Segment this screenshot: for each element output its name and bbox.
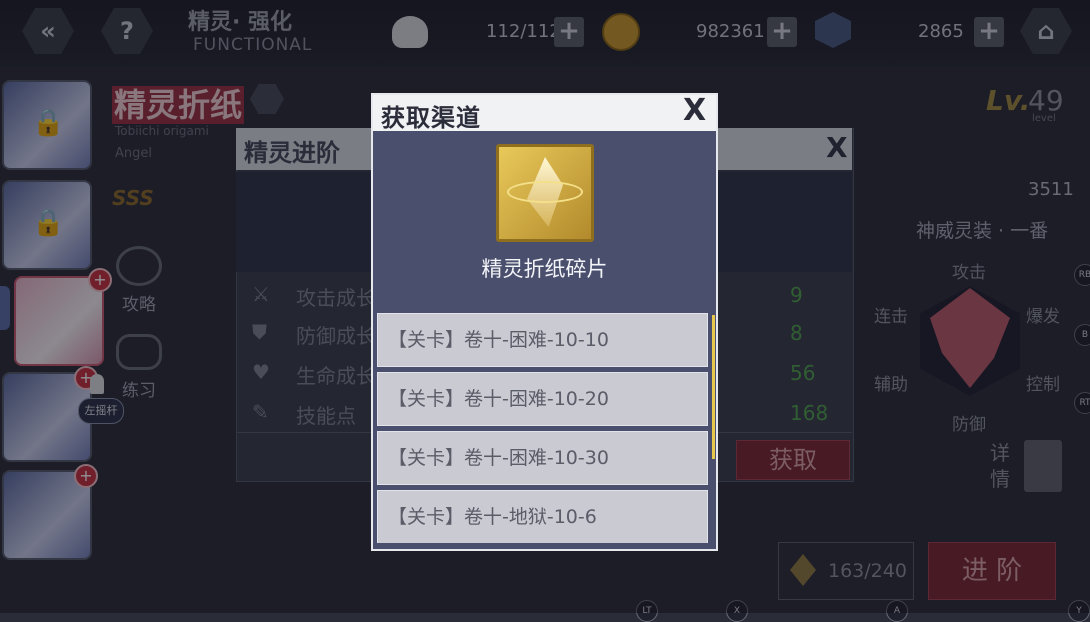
source-item[interactable]: 【关卡】卷十-地狱-10-6 bbox=[377, 490, 708, 543]
source-item[interactable]: 【关卡】卷十-困难-10-20 bbox=[377, 372, 708, 426]
dialog-title: 获取渠道 bbox=[381, 104, 481, 132]
obtain-source-dialog: 获取渠道 X 精灵折纸碎片 【关卡】卷十-困难-10-10 【关卡】卷十-困难-… bbox=[371, 93, 718, 551]
fragment-item-icon bbox=[496, 144, 594, 242]
list-scrollbar[interactable] bbox=[712, 315, 715, 459]
source-item[interactable]: 【关卡】卷十-困难-10-30 bbox=[377, 431, 708, 485]
item-name: 精灵折纸碎片 bbox=[481, 257, 608, 281]
source-item[interactable]: 【关卡】卷十-困难-10-10 bbox=[377, 313, 708, 367]
dialog-close-button[interactable]: X bbox=[683, 93, 706, 128]
source-list[interactable]: 【关卡】卷十-困难-10-10 【关卡】卷十-困难-10-20 【关卡】卷十-困… bbox=[377, 313, 708, 543]
ring-icon bbox=[507, 181, 583, 203]
